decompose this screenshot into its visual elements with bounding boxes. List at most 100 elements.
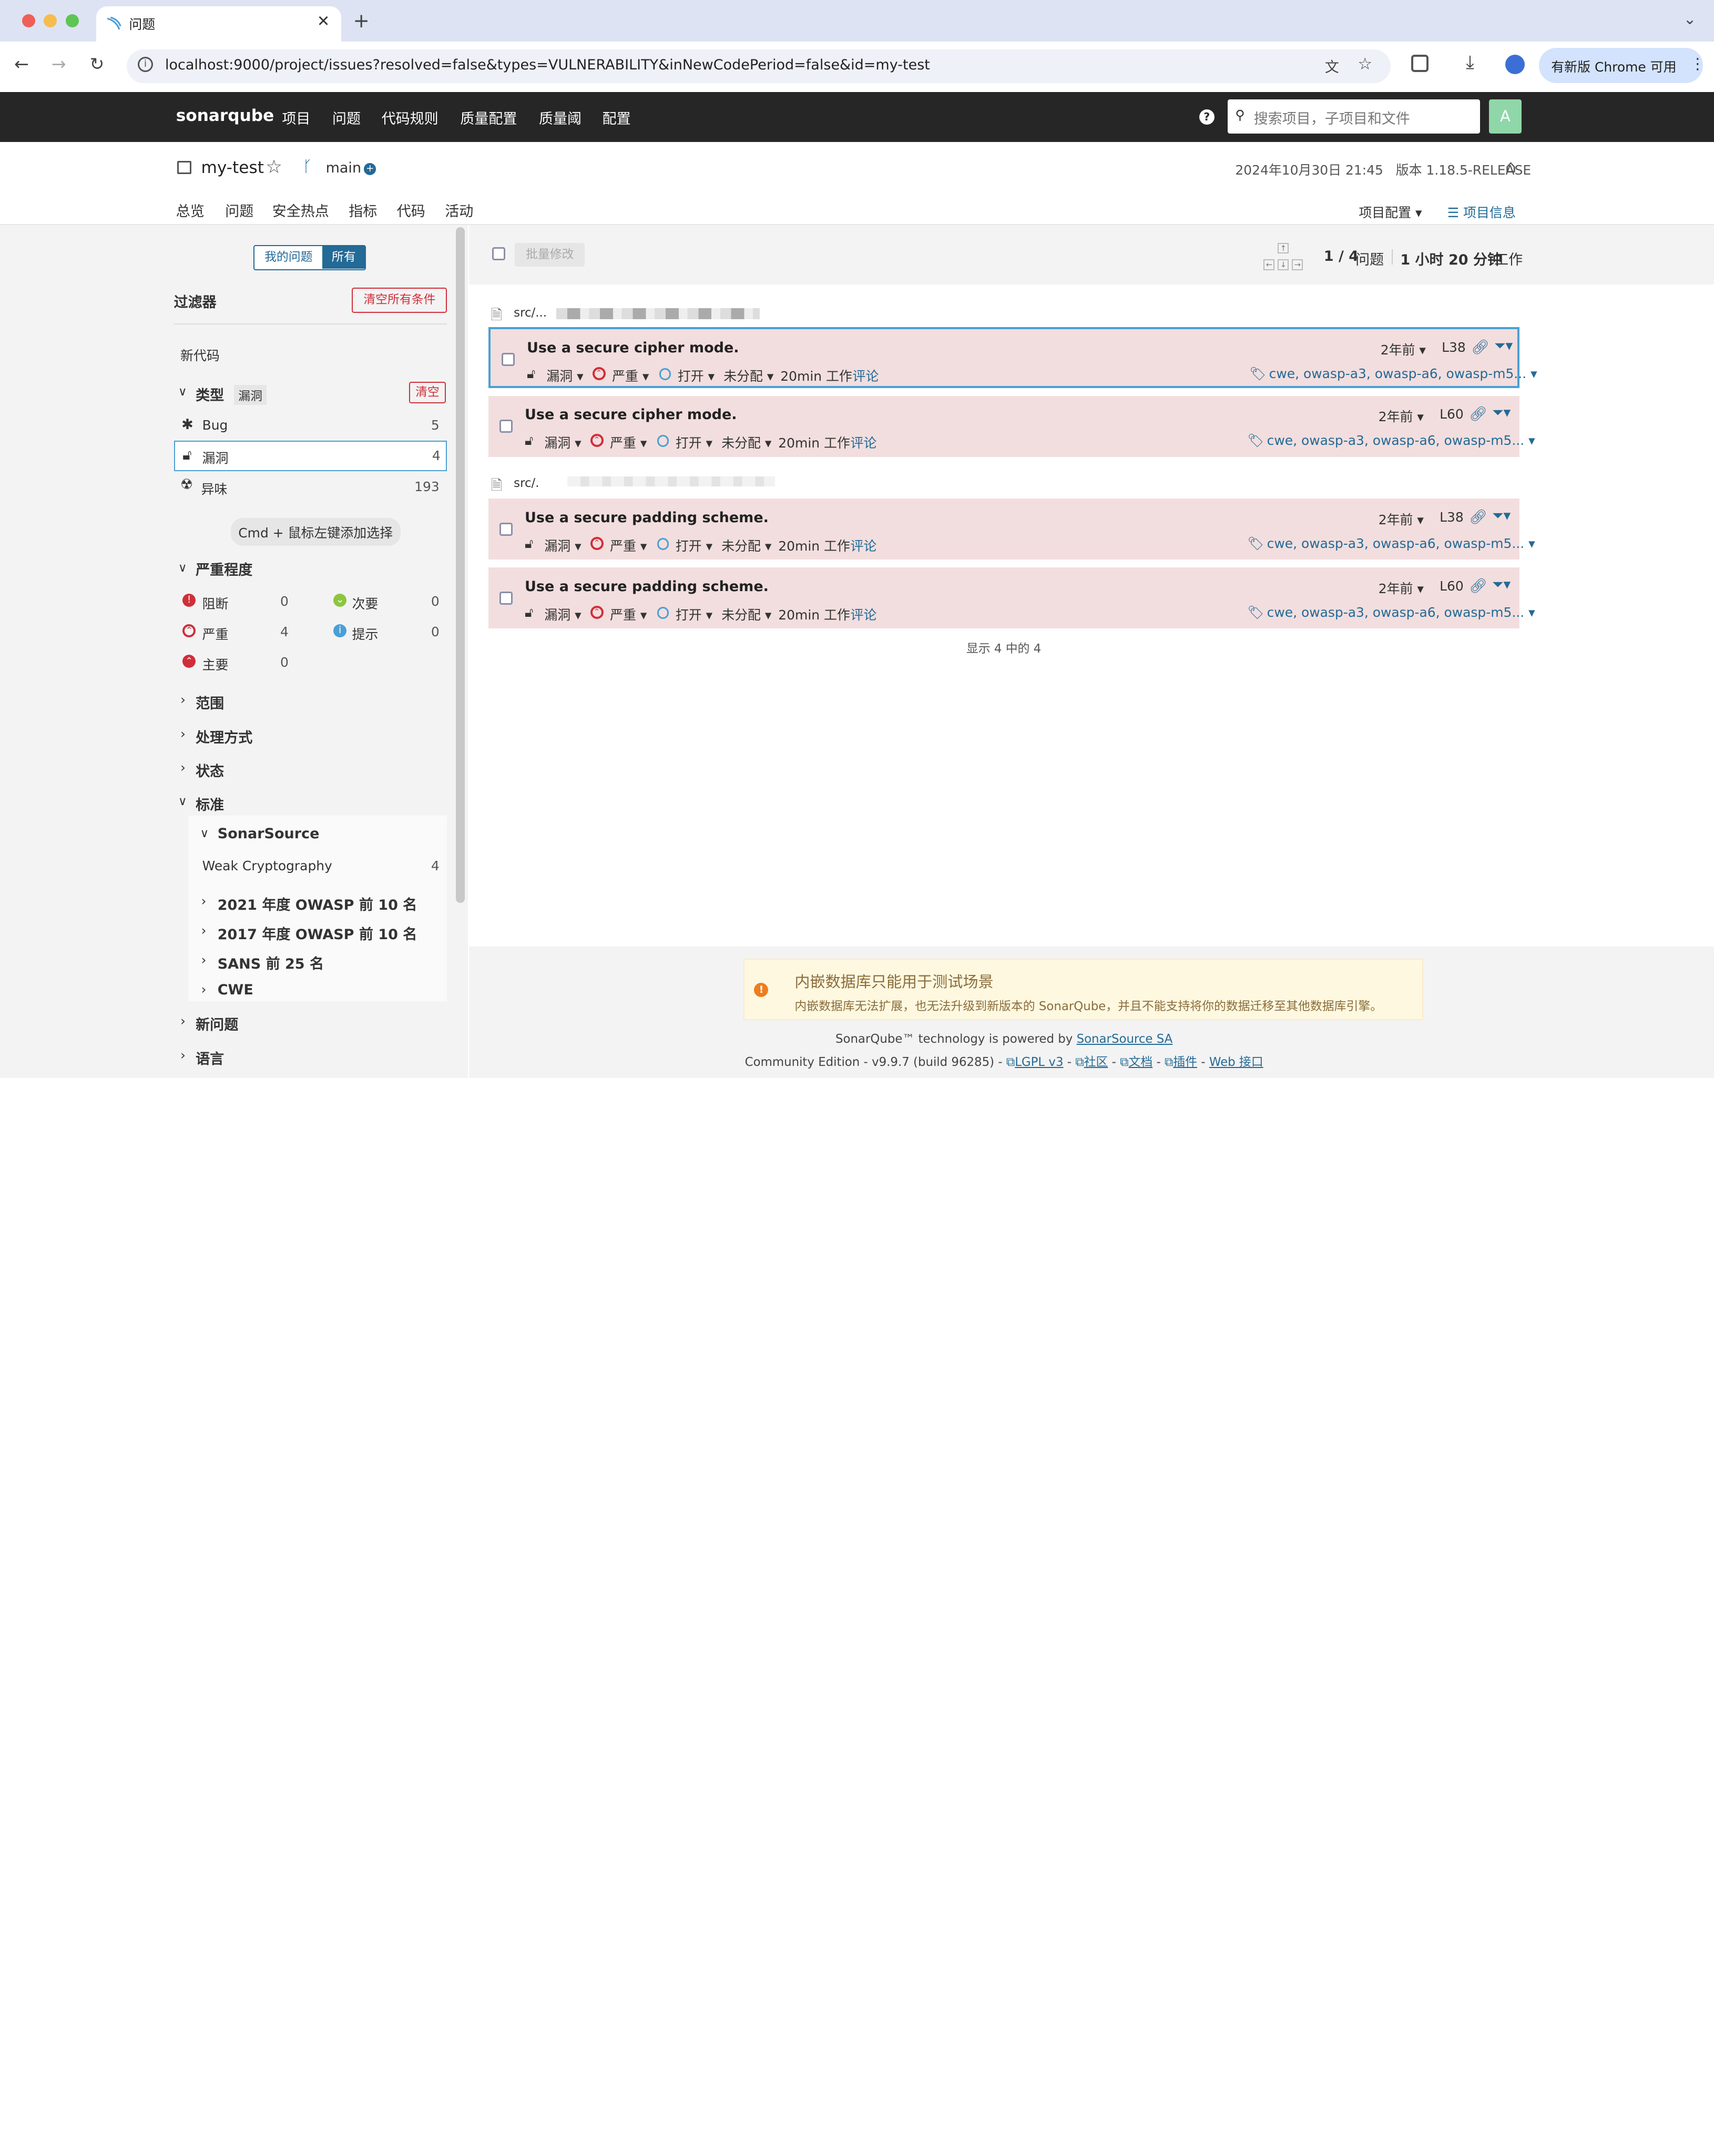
maximize-window-icon[interactable] — [65, 14, 79, 27]
branch-add-icon[interactable]: + — [364, 162, 376, 175]
global-search-input[interactable]: ⚲ 搜索项目，子项目和文件 — [1227, 99, 1481, 134]
file-path[interactable]: src/... — [514, 306, 547, 320]
issue-row[interactable]: Use a secure padding scheme. 🔓︎ 漏洞 ▾ ⌃ 严… — [488, 567, 1535, 629]
project-name[interactable]: my-test — [201, 158, 264, 177]
type-vulnerability[interactable]: 🔓︎ 漏洞 4 — [174, 440, 447, 472]
community-link[interactable]: 社区 — [1084, 1055, 1108, 1069]
new-code-filter[interactable]: 新代码 — [180, 345, 220, 364]
severity-major[interactable]: ⌃ 主要 0 — [174, 650, 305, 675]
severity-facet-title[interactable]: 严重程度 — [196, 558, 252, 579]
issue-age-menu[interactable]: 2年前 ▾ — [1379, 510, 1424, 528]
minimize-window-icon[interactable] — [44, 14, 57, 27]
issue-checkbox[interactable] — [499, 420, 513, 433]
severity-critical[interactable]: ⌃ 严重 4 — [174, 620, 305, 644]
issue-tags[interactable]: cwe, owasp-a3, owasp-a6, owasp-m5... ▾ — [1267, 536, 1535, 551]
chevron-right-icon[interactable]: › — [180, 692, 186, 707]
issue-assignee-menu[interactable]: 未分配 ▾ — [721, 605, 771, 624]
lgpl-link[interactable]: LGPL v3 — [1015, 1055, 1063, 1069]
menu-kebab-icon[interactable]: ⋮ — [1690, 55, 1705, 73]
scope-facet-title[interactable]: 范围 — [196, 692, 224, 713]
issue-title[interactable]: Use a secure padding scheme. — [525, 578, 769, 595]
language-facet-title[interactable]: 语言 — [196, 1048, 224, 1068]
issue-comment-link[interactable]: 评论 — [851, 536, 877, 555]
issue-type-menu[interactable]: 漏洞 ▾ — [544, 536, 581, 555]
status-facet-title[interactable]: 状态 — [196, 760, 224, 780]
nav-issues[interactable]: 问题 — [332, 107, 361, 128]
chevron-right-icon[interactable]: › — [201, 923, 207, 938]
url-text[interactable]: localhost:9000/project/issues?resolved=f… — [165, 57, 930, 73]
site-info-icon[interactable]: i — [137, 57, 154, 73]
filter-icon[interactable]: ⏷▾ — [1492, 507, 1511, 524]
chevron-right-icon[interactable]: › — [180, 726, 186, 741]
chevron-down-icon[interactable]: ∨ — [178, 795, 187, 808]
issue-severity-menu[interactable]: 严重 ▾ — [612, 366, 649, 385]
filter-icon[interactable]: ⏷▾ — [1494, 338, 1513, 354]
resolution-facet-title[interactable]: 处理方式 — [196, 726, 252, 747]
project-config-menu[interactable]: 项目配置 ▾ — [1359, 202, 1422, 221]
chevron-right-icon[interactable]: › — [180, 760, 186, 775]
issue-line[interactable]: L38 — [1440, 510, 1464, 525]
filter-icon[interactable]: ⏷▾ — [1492, 404, 1511, 421]
close-window-icon[interactable] — [22, 14, 35, 27]
chevron-right-icon[interactable]: › — [201, 952, 207, 968]
issue-checkbox[interactable] — [499, 522, 513, 536]
permalink-icon[interactable]: 🔗︎ — [1469, 509, 1487, 525]
permalink-icon[interactable]: 🔗︎ — [1469, 405, 1487, 422]
issue-assignee-menu[interactable]: 未分配 ▾ — [723, 366, 773, 385]
severity-blocker[interactable]: ! 阻断 0 — [174, 589, 305, 614]
sonarsource-link[interactable]: SonarSource SA — [1077, 1032, 1173, 1046]
owasp-2017-title[interactable]: 2017 年度 OWASP 前 10 名 — [218, 923, 417, 943]
nav-rules[interactable]: 代码规则 — [382, 107, 438, 128]
download-icon[interactable]: ⤓ — [1466, 52, 1474, 74]
issue-line[interactable]: L60 — [1440, 578, 1464, 594]
severity-minor[interactable]: ⌄ 次要 0 — [324, 589, 447, 614]
all-issues-button[interactable]: 所有 — [322, 246, 365, 269]
permalink-icon[interactable]: 🔗︎ — [1471, 339, 1489, 355]
issue-title[interactable]: Use a secure cipher mode. — [525, 406, 737, 423]
select-all-checkbox[interactable] — [492, 247, 505, 260]
chevron-right-icon[interactable]: › — [180, 1048, 186, 1063]
web-api-link[interactable]: Web 接口 — [1209, 1055, 1263, 1069]
type-facet-title[interactable]: 类型 — [196, 384, 224, 404]
issue-assignee-menu[interactable]: 未分配 ▾ — [721, 536, 771, 555]
chevron-down-icon[interactable]: ∨ — [178, 561, 187, 575]
new-tab-icon[interactable]: + — [353, 9, 370, 32]
tab-overview[interactable]: 总览 — [176, 200, 205, 220]
issue-row[interactable]: Use a secure padding scheme. 🔓︎ 漏洞 ▾ ⌃ 严… — [488, 499, 1535, 560]
standard-facet-title[interactable]: 标准 — [196, 794, 224, 814]
file-path[interactable]: src/. — [514, 476, 539, 490]
new-issues-facet-title[interactable]: 新问题 — [196, 1013, 238, 1034]
my-issues-button[interactable]: 我的问题 — [254, 246, 322, 269]
nav-quality-profiles[interactable]: 质量配置 — [460, 107, 517, 128]
nav-administration[interactable]: 配置 — [603, 107, 631, 128]
sonarsource-title[interactable]: SonarSource — [218, 826, 320, 842]
type-bug[interactable]: ✱ Bug 5 — [174, 411, 447, 440]
tab-security-hotspots[interactable]: 安全热点 — [272, 200, 329, 220]
bookmark-star-icon[interactable]: ☆ — [1358, 55, 1372, 74]
issue-row[interactable]: Use a secure cipher mode. 🔓︎ 漏洞 ▾ ⌃ 严重 ▾… — [488, 395, 1535, 457]
chevron-right-icon[interactable]: › — [201, 893, 207, 909]
issue-assignee-menu[interactable]: 未分配 ▾ — [721, 433, 771, 452]
tab-code[interactable]: 代码 — [397, 200, 425, 220]
favorite-star-icon[interactable]: ☆ — [266, 156, 282, 178]
issue-type-menu[interactable]: 漏洞 ▾ — [546, 366, 583, 385]
issue-severity-menu[interactable]: 严重 ▾ — [610, 536, 647, 555]
issue-comment-link[interactable]: 评论 — [851, 433, 877, 452]
chevron-right-icon[interactable]: › — [180, 1013, 186, 1029]
issue-checkbox[interactable] — [502, 353, 515, 367]
issue-line[interactable]: L38 — [1442, 340, 1466, 355]
issue-severity-menu[interactable]: 严重 ▾ — [610, 605, 647, 624]
issue-status-menu[interactable]: 打开 ▾ — [676, 433, 712, 452]
browser-tab[interactable]: 问题 ✕ — [96, 6, 341, 42]
clear-all-filters-button[interactable]: 清空所有条件 — [352, 287, 447, 313]
address-bar[interactable]: i localhost:9000/project/issues?resolved… — [127, 49, 1391, 83]
profile-icon[interactable] — [1505, 54, 1525, 75]
issue-tags[interactable]: cwe, owasp-a3, owasp-a6, owasp-m5... ▾ — [1267, 605, 1535, 620]
chevron-down-icon[interactable]: ∨ — [200, 827, 209, 840]
issue-status-menu[interactable]: 打开 ▾ — [676, 536, 712, 555]
issue-age-menu[interactable]: 2年前 ▾ — [1379, 406, 1424, 425]
extensions-icon[interactable] — [1411, 54, 1429, 73]
severity-info[interactable]: i 提示 0 — [324, 620, 447, 644]
sans-top25-title[interactable]: SANS 前 25 名 — [218, 952, 324, 973]
bulk-change-button[interactable]: 批量修改 — [515, 242, 585, 267]
